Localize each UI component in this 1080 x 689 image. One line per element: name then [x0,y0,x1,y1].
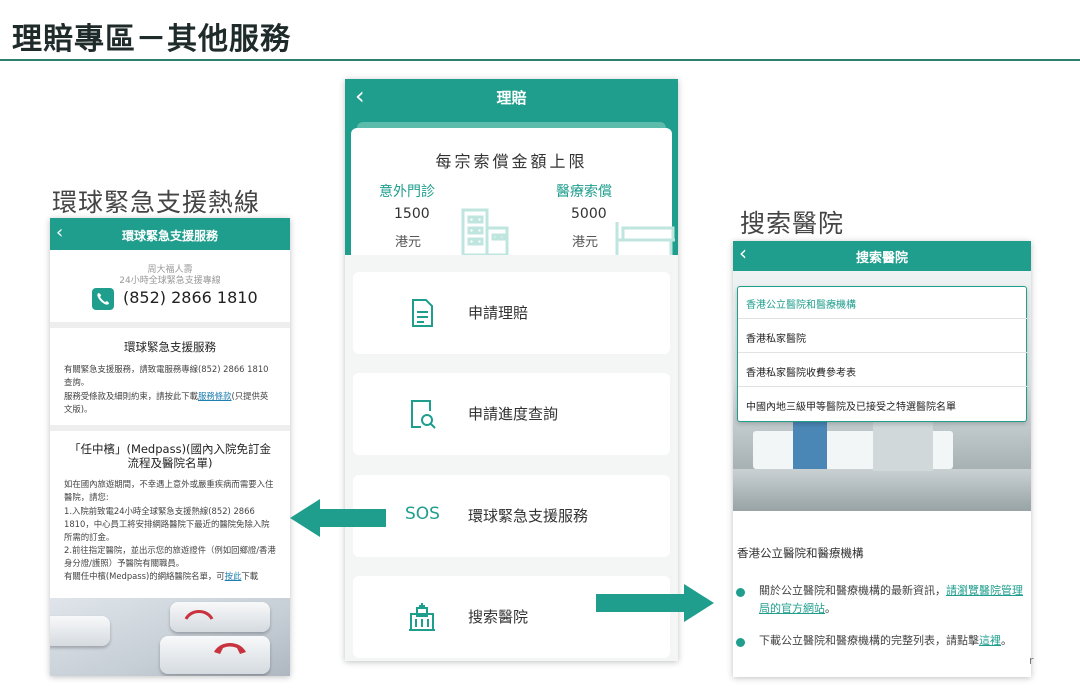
menu-item-emergency-support[interactable]: SOS 環球緊急支援服務 [353,475,670,557]
phone-icon[interactable] [92,288,114,310]
sos-icon: SOS [405,504,440,524]
outpatient-label: 意外門診 [379,184,435,200]
menu-item-label: 環球緊急支援服務 [468,507,589,525]
text-suffix: 。 [1001,634,1012,647]
section-paragraph: 有關任中檳(Medpass)的網絡醫院名單，可按此下載 [64,570,276,583]
outpatient-value: 1500 [394,206,430,222]
document-search-icon [411,400,436,429]
outpatient-unit: 港元 [395,235,422,250]
menu-item-label: 申請理賠 [468,304,529,322]
medical-unit: 港元 [572,235,599,250]
divider [50,425,290,431]
text-prefix: 關於公立醫院和醫療機構的最新資訊， [759,584,946,597]
terms-link[interactable]: 服務條款 [198,391,232,401]
app-header: ‹ 搜索醫院 [733,241,1031,271]
label-search-hospital: 搜索醫院 [740,209,845,238]
header-title: 環球緊急支援服務 [121,229,218,243]
download-list-link[interactable]: 這裡 [979,634,1001,647]
section-title: 「任中檳」(Medpass)(國內入院免訂金流程及醫院名單) [68,442,272,470]
arrow-left-icon [290,499,386,537]
option-mainland-hospitals[interactable]: 中國內地三級甲等醫院及已接受之特選醫院名單 [746,398,956,413]
text-suffix: 下載 [241,571,259,581]
app-header: ‹ 環球緊急支援服務 [50,218,290,250]
menu-item-label: 申請進度查詢 [468,405,559,423]
text-prefix: 有關任中檳(Medpass)的網絡醫院名單，可 [64,571,225,581]
bullet-text: 下載公立醫院和醫療機構的完整列表，請點擊這裡。 [759,632,1027,650]
section-title: 香港公立醫院和醫療機構 [737,546,864,560]
text-prefix: 下載公立醫院和醫療機構的完整列表，請點擊 [759,634,979,647]
section-paragraph: 如在國內旅遊期間，不幸遇上意外或嚴重疾病而需要入住醫院，請您: [64,479,274,502]
option-private-fee-reference[interactable]: 香港私家醫院收費參考表 [746,364,856,379]
medical-value: 5000 [571,206,607,222]
title-rule [0,59,1080,61]
emergency-hotline-screen: ‹ 環球緊急支援服務 周大福人壽 24小時全球緊急支援專線 (852) 2866… [50,218,290,676]
medical-label: 醫療索償 [556,184,612,200]
stray-character: r [1029,654,1034,667]
section-title: 環球緊急支援服務 [124,340,216,354]
claim-limit-title: 每宗索償金額上限 [435,152,588,171]
option-private-hospital[interactable]: 香港私家醫院 [746,330,806,345]
document-icon [412,299,433,327]
section-paragraph: 服務受條款及細則約束，請按此下載服務條款(只提供英文版)。 [64,390,276,416]
page-title: 理賠專區－其他服務 [12,22,291,57]
hotline-number[interactable]: (852) 2866 1810 [123,288,258,307]
claim-limit-card: 每宗索償金額上限 意外門診 1500 港元 醫療索償 5000 港元 [351,128,675,255]
app-header: ‹ 理賠 [345,79,678,115]
header-title: 搜索醫院 [855,251,908,266]
download-link[interactable]: 按此 [225,571,242,581]
menu-item-label: 搜索醫院 [468,608,529,626]
keypad-photo [50,598,290,676]
hospital-type-dropdown[interactable]: 香港公立醫院和醫療機構 香港私家醫院 香港私家醫院收費參考表 中國內地三級甲等醫… [737,286,1028,422]
bullet-dot [736,588,745,597]
header-title: 理賠 [496,89,527,107]
hotline-subtitle: 24小時全球緊急支援專線 [119,276,221,286]
hospital-icon [409,603,435,631]
section-paragraph: 有關緊急支援服務，請致電服務專線(852) 2866 1810查詢。 [64,364,269,387]
section-paragraph: 1.入院前致電24小時全球緊急支援熱線(852) 2866 1810，中心員工將… [64,506,270,542]
section-paragraph: 2.前往指定醫院，並出示您的旅遊證件（例如回鄉證/香港身分證/護照）予醫院有關職… [64,545,276,568]
label-hotline: 環球緊急支援熱線 [52,188,261,217]
bullet-text: 關於公立醫院和醫療機構的最新資訊，請瀏覽醫院管理局的官方網站。 [759,582,1027,618]
divider [50,322,290,328]
search-hospital-screen: ‹ 搜索醫院 香港公立醫院和醫療機構 香港私家醫院 香港私家醫院收費參考表 中國… [733,241,1031,677]
menu-item-claim-status[interactable]: 申請進度查詢 [353,373,670,455]
claims-screen: ‹ 理賠 每宗索償金額上限 意外門診 1500 港元 醫療索償 5000 港元 [345,79,678,661]
menu-item-apply-claim[interactable]: 申請理賠 [353,272,670,354]
bullet-dot [736,638,745,647]
text-prefix: 服務受條款及細則約束，請按此下載 [64,391,198,401]
building-icon [461,208,509,255]
arrow-right-icon [596,584,714,622]
text-suffix: 。 [825,602,836,615]
option-public-hospital[interactable]: 香港公立醫院和醫療機構 [746,296,856,311]
bed-icon [615,222,675,255]
